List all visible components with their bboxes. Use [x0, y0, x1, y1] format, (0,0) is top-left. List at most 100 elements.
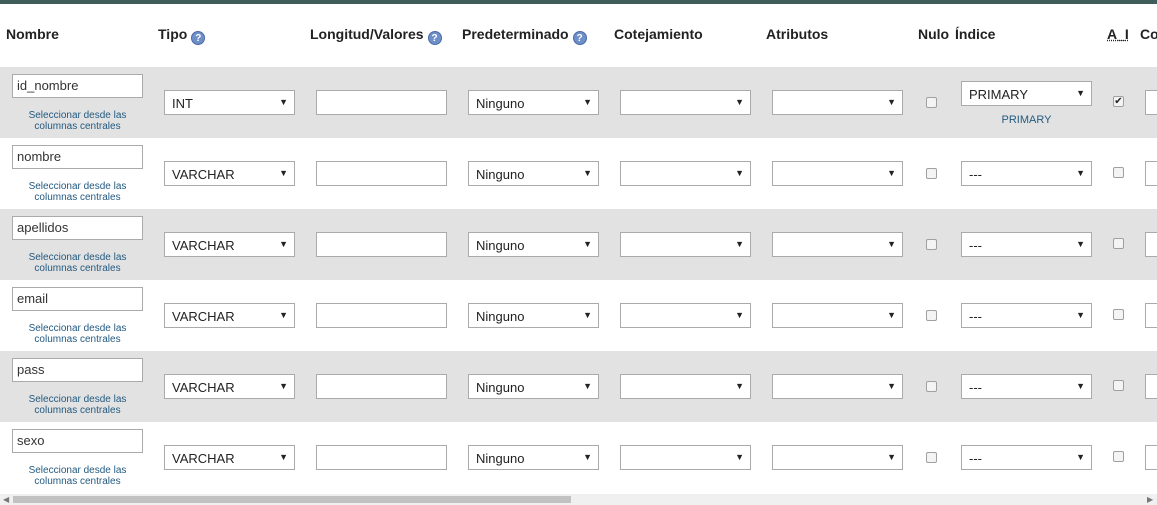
index-select[interactable]: --- ▼	[961, 445, 1092, 470]
table-row: pass Seleccionar desde las columnas centr…	[0, 351, 1157, 422]
default-select[interactable]: Ninguno ▼	[468, 232, 599, 257]
length-input[interactable]	[316, 445, 447, 470]
attributes-select[interactable]: ▼	[772, 303, 903, 328]
default-select[interactable]: Ninguno ▼	[468, 374, 599, 399]
null-checkbox[interactable]	[926, 452, 937, 463]
type-select[interactable]: VARCHAR ▼	[164, 445, 295, 470]
column-name-input[interactable]: nombre	[12, 145, 143, 169]
chevron-down-icon: ▼	[583, 97, 592, 107]
attributes-select[interactable]: ▼	[772, 161, 903, 186]
chevron-down-icon: ▼	[583, 310, 592, 320]
horizontal-scrollbar[interactable]: ◀ ▶	[0, 494, 1157, 505]
help-icon[interactable]: ?	[427, 31, 442, 45]
index-select-value: ---	[969, 167, 982, 182]
comment-input[interactable]	[1145, 303, 1157, 328]
header-nulo: Nulo	[918, 26, 950, 42]
default-select[interactable]: Ninguno ▼	[468, 445, 599, 470]
type-select[interactable]: INT ▼	[164, 90, 295, 115]
type-select[interactable]: VARCHAR ▼	[164, 232, 295, 257]
attributes-select[interactable]: ▼	[772, 232, 903, 257]
type-select-value: VARCHAR	[172, 238, 235, 253]
scroll-left-icon[interactable]: ◀	[3, 494, 9, 505]
default-select[interactable]: Ninguno ▼	[468, 90, 599, 115]
header-tipo-label: Tipo	[158, 26, 188, 42]
length-input[interactable]	[316, 303, 447, 328]
type-select-value: VARCHAR	[172, 167, 235, 182]
comment-input[interactable]	[1145, 90, 1157, 115]
ai-checkbox[interactable]: ✔	[1113, 96, 1124, 107]
comment-input[interactable]	[1145, 161, 1157, 186]
central-columns-link[interactable]: Seleccionar desde las columnas centrales	[12, 323, 143, 345]
chevron-down-icon: ▼	[279, 310, 288, 320]
type-select-value: VARCHAR	[172, 380, 235, 395]
collation-select[interactable]: ▼	[620, 161, 751, 186]
chevron-down-icon: ▼	[1076, 239, 1085, 249]
type-select[interactable]: VARCHAR ▼	[164, 303, 295, 328]
index-select-value: PRIMARY	[969, 87, 1028, 102]
ai-checkbox[interactable]	[1113, 309, 1124, 320]
collation-select[interactable]: ▼	[620, 374, 751, 399]
type-select-value: VARCHAR	[172, 451, 235, 466]
ai-checkbox[interactable]	[1113, 380, 1124, 391]
index-select[interactable]: --- ▼	[961, 161, 1092, 186]
column-name-value: nombre	[17, 149, 62, 164]
index-select[interactable]: --- ▼	[961, 303, 1092, 328]
null-checkbox[interactable]	[926, 310, 937, 321]
top-bar	[0, 0, 1157, 4]
comment-input[interactable]	[1145, 445, 1157, 470]
collation-select[interactable]: ▼	[620, 303, 751, 328]
column-name-input[interactable]: sexo	[12, 429, 143, 453]
central-columns-link[interactable]: Seleccionar desde las columnas centrales	[12, 465, 143, 487]
scroll-right-icon[interactable]: ▶	[1147, 494, 1153, 505]
type-select[interactable]: VARCHAR ▼	[164, 374, 295, 399]
central-columns-link[interactable]: Seleccionar desde las columnas centrales	[12, 252, 143, 274]
null-checkbox[interactable]	[926, 97, 937, 108]
column-name-input[interactable]: email	[12, 287, 143, 311]
header-tipo: Tipo?	[158, 26, 206, 45]
table-row: id_nombre Seleccionar desde las columnas …	[0, 67, 1157, 138]
column-name-value: pass	[17, 362, 45, 377]
default-select-value: Ninguno	[476, 309, 525, 324]
length-input[interactable]	[316, 90, 447, 115]
length-input[interactable]	[316, 374, 447, 399]
default-select[interactable]: Ninguno ▼	[468, 161, 599, 186]
help-icon[interactable]: ?	[572, 31, 587, 45]
chevron-down-icon: ▼	[887, 97, 896, 107]
index-select[interactable]: PRIMARY ▼	[961, 81, 1092, 106]
collation-select[interactable]: ▼	[620, 445, 751, 470]
ai-checkbox[interactable]	[1113, 238, 1124, 249]
column-name-input[interactable]: pass	[12, 358, 143, 382]
central-columns-link[interactable]: Seleccionar desde las columnas centrales	[12, 181, 143, 203]
comment-input[interactable]	[1145, 232, 1157, 257]
ai-checkbox[interactable]	[1113, 451, 1124, 462]
length-input[interactable]	[316, 161, 447, 186]
index-select[interactable]: --- ▼	[961, 374, 1092, 399]
collation-select[interactable]: ▼	[620, 90, 751, 115]
default-select[interactable]: Ninguno ▼	[468, 303, 599, 328]
null-checkbox[interactable]	[926, 239, 937, 250]
null-checkbox[interactable]	[926, 168, 937, 179]
ai-checkbox[interactable]	[1113, 167, 1124, 178]
chevron-down-icon: ▼	[583, 381, 592, 391]
scrollbar-thumb[interactable]	[13, 496, 571, 503]
length-input[interactable]	[316, 232, 447, 257]
central-columns-link[interactable]: Seleccionar desde las columnas centrales	[12, 394, 143, 416]
chevron-down-icon: ▼	[735, 381, 744, 391]
column-name-input[interactable]: id_nombre	[12, 74, 143, 98]
column-name-input[interactable]: apellidos	[12, 216, 143, 240]
attributes-select[interactable]: ▼	[772, 374, 903, 399]
help-icon[interactable]: ?	[191, 31, 206, 45]
central-columns-link[interactable]: Seleccionar desde las columnas centrales	[12, 110, 143, 132]
attributes-select[interactable]: ▼	[772, 445, 903, 470]
attributes-select[interactable]: ▼	[772, 90, 903, 115]
type-select[interactable]: VARCHAR ▼	[164, 161, 295, 186]
chevron-down-icon: ▼	[887, 381, 896, 391]
comment-input[interactable]	[1145, 374, 1157, 399]
chevron-down-icon: ▼	[279, 239, 288, 249]
index-select-value: ---	[969, 309, 982, 324]
null-checkbox[interactable]	[926, 381, 937, 392]
chevron-down-icon: ▼	[887, 310, 896, 320]
collation-select[interactable]: ▼	[620, 232, 751, 257]
column-name-value: id_nombre	[17, 78, 79, 93]
index-select[interactable]: --- ▼	[961, 232, 1092, 257]
